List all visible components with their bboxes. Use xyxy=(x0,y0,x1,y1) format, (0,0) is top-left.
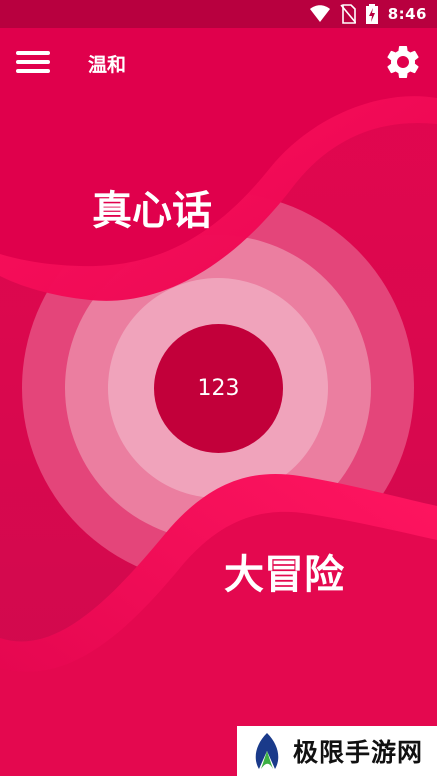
no-sim-icon xyxy=(340,4,356,24)
center-button[interactable]: 123 xyxy=(154,324,283,453)
app-bar: 温和 xyxy=(0,28,437,98)
watermark: 极限手游网 xyxy=(237,726,437,776)
hamburger-menu-icon xyxy=(16,51,50,55)
hamburger-line xyxy=(16,60,50,64)
settings-button[interactable] xyxy=(383,42,423,82)
app-title: 温和 xyxy=(88,54,127,76)
gear-icon xyxy=(387,45,419,78)
truth-option[interactable]: 真心话 xyxy=(92,178,212,236)
battery-charging-icon xyxy=(365,4,378,24)
dare-option[interactable]: 大冒险 xyxy=(224,542,344,600)
menu-button[interactable] xyxy=(14,46,54,80)
status-bar: 8:46 xyxy=(0,0,437,28)
status-icons: 8:46 xyxy=(309,4,427,24)
wifi-icon xyxy=(309,5,330,22)
watermark-text: 极限手游网 xyxy=(293,738,424,767)
center-number: 123 xyxy=(197,376,240,401)
leaf-logo xyxy=(255,733,279,769)
hamburger-line xyxy=(16,69,50,73)
status-time: 8:46 xyxy=(387,5,427,23)
